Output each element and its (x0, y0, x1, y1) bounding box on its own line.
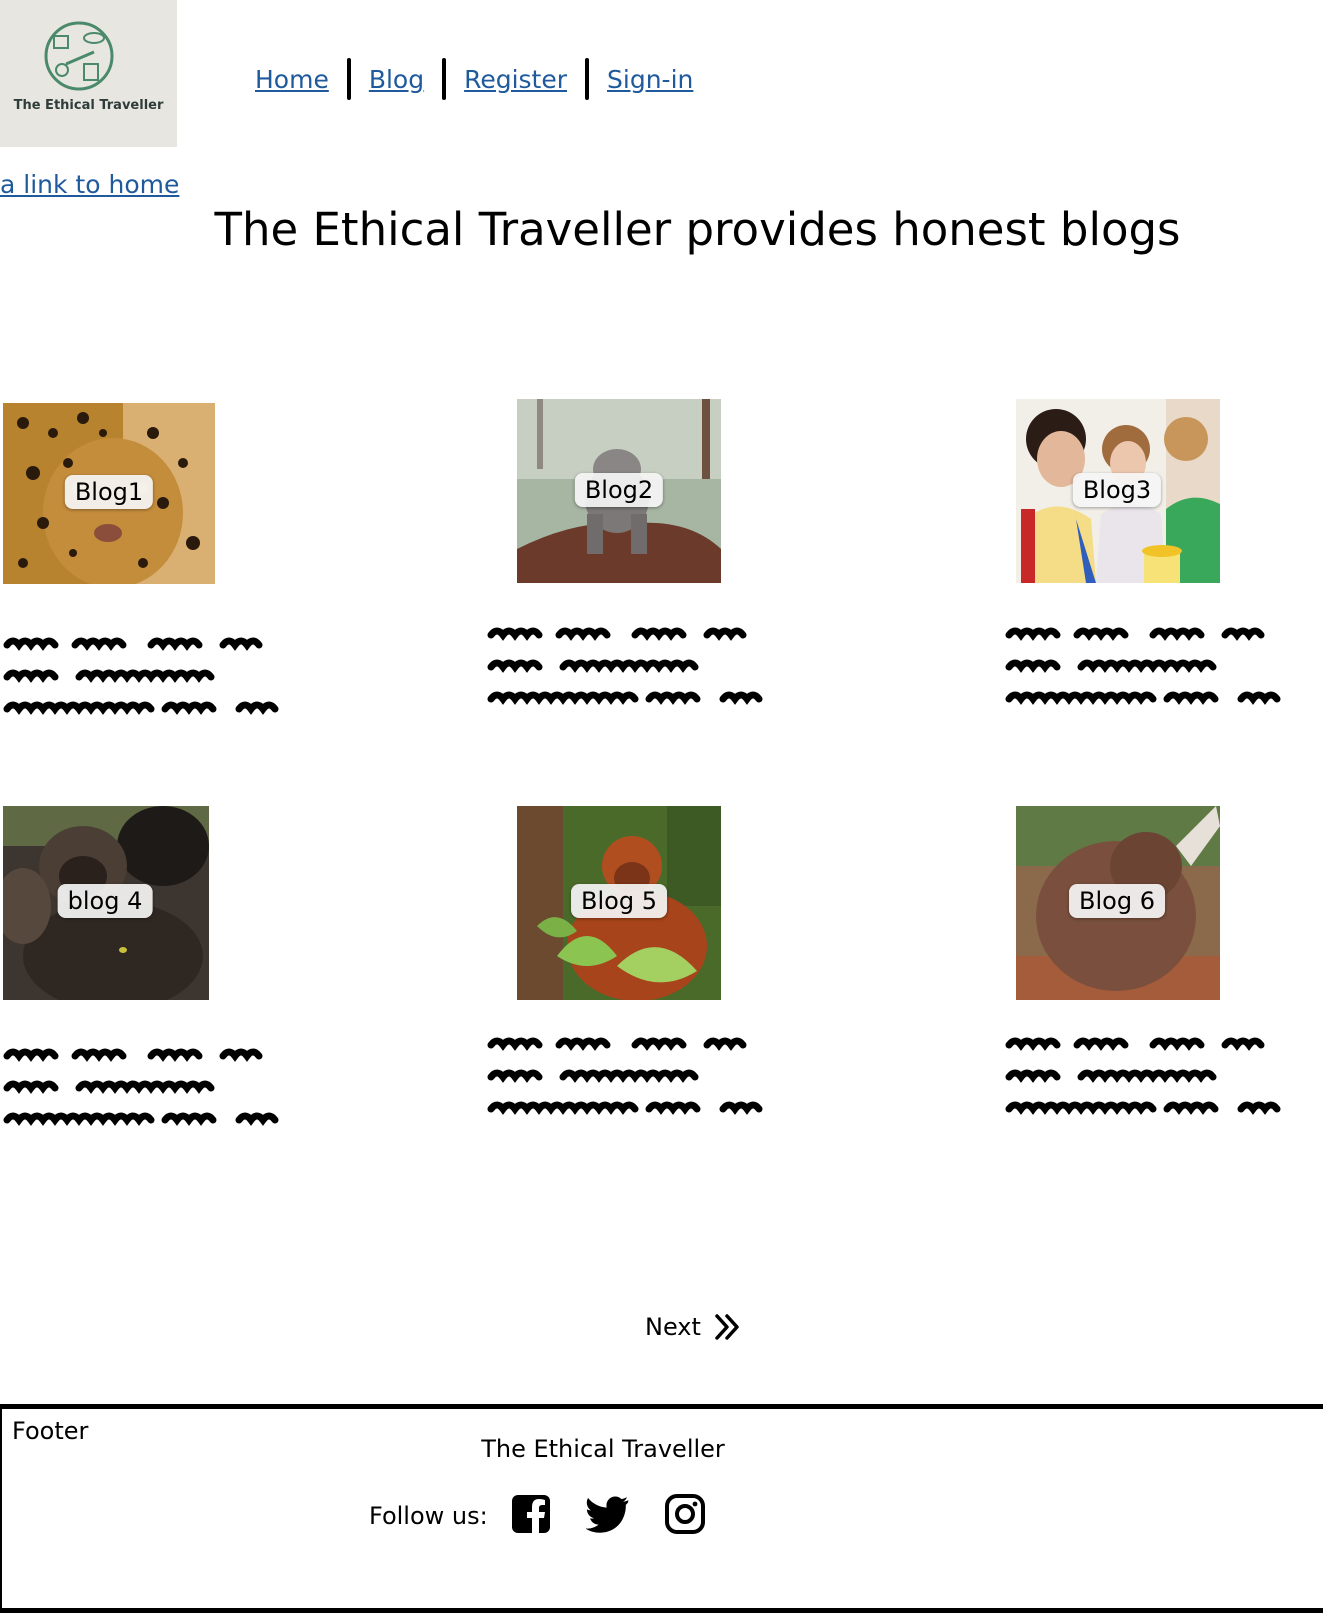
nav-register[interactable]: Register (464, 65, 567, 94)
twitter-icon[interactable] (585, 1495, 630, 1537)
nav-home[interactable]: Home (255, 65, 329, 94)
blog-3-label[interactable]: Blog3 (1072, 473, 1162, 507)
page-title: The Ethical Traveller provides honest bl… (214, 203, 1181, 256)
next-page-button[interactable]: Next (645, 1312, 743, 1342)
footer-title: The Ethical Traveller (481, 1435, 725, 1463)
footer: Footer The Ethical Traveller Follow us: (0, 1404, 1323, 1613)
globe-icon (44, 21, 114, 91)
blog-3-excerpt (1005, 627, 1281, 705)
logo-text: The Ethical Traveller (13, 98, 164, 113)
blog-4-label[interactable]: blog 4 (57, 884, 153, 918)
nav-divider (585, 58, 590, 100)
nav-blog[interactable]: Blog (369, 65, 424, 94)
blog-2-excerpt (487, 627, 763, 705)
double-chevron-right-icon (715, 1314, 739, 1340)
site-logo[interactable]: The Ethical Traveller (0, 0, 177, 147)
nav-sign-in[interactable]: Sign-in (607, 65, 693, 94)
nav-divider (346, 58, 351, 100)
blog-2-label[interactable]: Blog2 (574, 473, 664, 507)
facebook-icon[interactable] (510, 1493, 552, 1539)
next-label: Next (645, 1313, 701, 1341)
nav-divider (442, 58, 447, 100)
main-nav: Home Blog Register Sign-in (255, 58, 693, 100)
blog-1-label[interactable]: Blog1 (64, 475, 154, 509)
instagram-icon[interactable] (664, 1493, 706, 1539)
blog-6-label[interactable]: Blog 6 (1069, 884, 1165, 918)
blog-5-label[interactable]: Blog 5 (571, 884, 667, 918)
blog-5-excerpt (487, 1037, 763, 1115)
blog-6-excerpt (1005, 1037, 1281, 1115)
follow-label: Follow us: (369, 1502, 488, 1530)
home-link[interactable]: a link to home (0, 170, 179, 199)
social-follow: Follow us: (369, 1493, 740, 1539)
blog-4-excerpt (3, 1048, 279, 1126)
blog-1-excerpt (3, 637, 279, 715)
